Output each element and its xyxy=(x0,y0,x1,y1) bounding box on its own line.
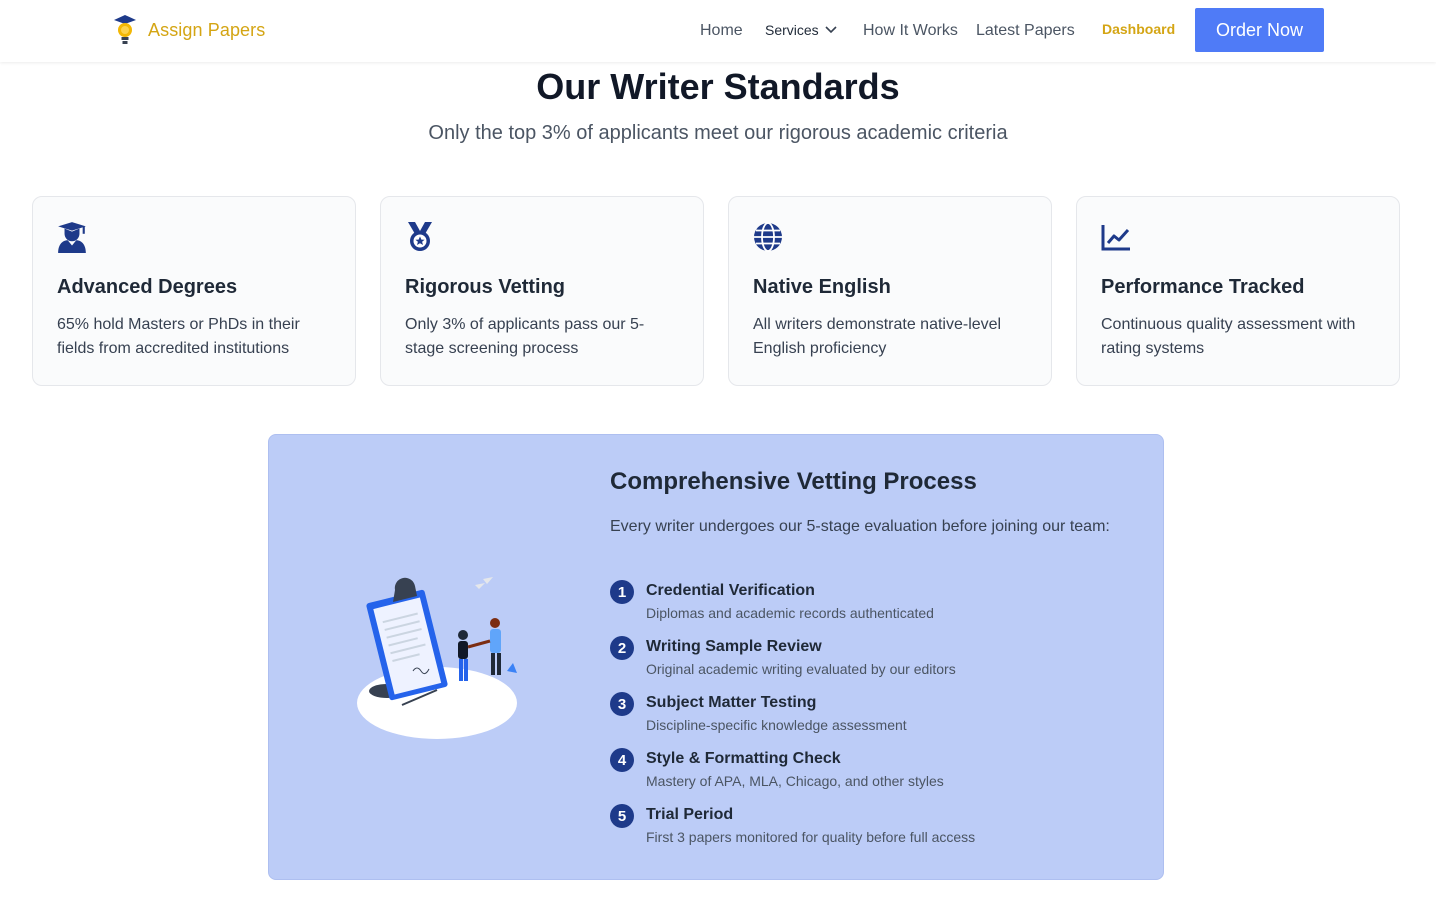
step-number-badge: 2 xyxy=(610,636,634,660)
page-subtitle: Only the top 3% of applicants meet our r… xyxy=(428,122,1008,144)
step-title: Style & Formatting Check xyxy=(646,750,841,767)
globe-icon xyxy=(754,222,782,252)
step-number-badge: 4 xyxy=(610,748,634,772)
order-now-button[interactable]: Order Now xyxy=(1195,8,1324,52)
lightbulb-cap-logo-icon xyxy=(114,15,136,44)
card-text: 65% hold Masters or PhDs in their fields… xyxy=(57,316,300,357)
nav-home[interactable]: Home xyxy=(700,22,743,40)
card-title: Rigorous Vetting xyxy=(405,276,565,298)
list-item: 5 Trial Period First 3 papers monitored … xyxy=(610,803,1130,859)
vetting-intro: Every writer undergoes our 5-stage evalu… xyxy=(610,518,1110,535)
chart-line-icon xyxy=(1101,225,1130,251)
card-text: Only 3% of applicants pass our 5-stage s… xyxy=(405,316,645,357)
page-title: Our Writer Standards xyxy=(536,66,900,107)
card-native-english: Native English All writers demonstrate n… xyxy=(728,196,1052,386)
step-title: Subject Matter Testing xyxy=(646,694,817,711)
card-text: Continuous quality assessment with ratin… xyxy=(1101,316,1356,357)
list-item: 4 Style & Formatting Check Mastery of AP… xyxy=(610,747,1130,803)
card-title: Performance Tracked xyxy=(1101,276,1305,298)
nav-services-dropdown[interactable]: Services xyxy=(765,22,837,38)
step-number-badge: 5 xyxy=(610,804,634,828)
card-title: Advanced Degrees xyxy=(57,276,238,298)
step-number-badge: 3 xyxy=(610,692,634,716)
card-advanced-degrees: Advanced Degrees 65% hold Masters or PhD… xyxy=(32,196,356,386)
clipboard-handshake-illustration xyxy=(357,577,517,739)
step-description: First 3 papers monitored for quality bef… xyxy=(646,829,976,845)
nav-latest-papers[interactable]: Latest Papers xyxy=(976,22,1075,40)
list-item: 1 Credential Verification Diplomas and a… xyxy=(610,579,1130,635)
graduate-icon xyxy=(58,222,86,253)
step-description: Discipline-specific knowledge assessment xyxy=(646,717,907,733)
step-title: Trial Period xyxy=(646,806,734,823)
medal-icon xyxy=(408,222,432,251)
site-header: Assign Papers Home Services How It Works… xyxy=(0,0,1436,62)
nav-dashboard[interactable]: Dashboard xyxy=(1102,21,1175,37)
vetting-steps-list: 1 Credential Verification Diplomas and a… xyxy=(610,579,1130,859)
step-description: Diplomas and academic records authentica… xyxy=(646,605,934,621)
nav-how-it-works[interactable]: How It Works xyxy=(863,22,958,40)
step-number-badge: 1 xyxy=(610,580,634,604)
step-title: Credential Verification xyxy=(646,582,815,599)
card-text: All writers demonstrate native-level Eng… xyxy=(753,316,1002,357)
vetting-title: Comprehensive Vetting Process xyxy=(610,468,977,495)
step-description: Original academic writing evaluated by o… xyxy=(646,661,956,677)
card-rigorous-vetting: Rigorous Vetting Only 3% of applicants p… xyxy=(380,196,704,386)
brand-logo-link[interactable]: Assign Papers xyxy=(112,14,265,46)
list-item: 2 Writing Sample Review Original academi… xyxy=(610,635,1130,691)
brand-name: Assign Papers xyxy=(148,19,266,40)
step-title: Writing Sample Review xyxy=(646,638,822,655)
step-description: Mastery of APA, MLA, Chicago, and other … xyxy=(646,773,944,789)
list-item: 3 Subject Matter Testing Discipline-spec… xyxy=(610,691,1130,747)
vetting-process-panel: Comprehensive Vetting Process Every writ… xyxy=(268,434,1164,880)
nav-services-label: Services xyxy=(765,22,819,38)
chevron-down-icon xyxy=(825,26,837,34)
card-title: Native English xyxy=(753,276,891,298)
card-performance-tracked: Performance Tracked Continuous quality a… xyxy=(1076,196,1400,386)
